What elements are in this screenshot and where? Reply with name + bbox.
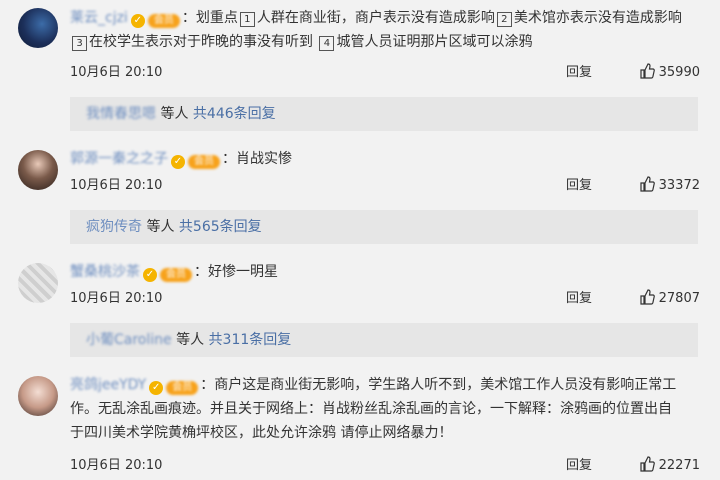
comment-text: 亮鸽jeeYDY ✓ 会员 ：商户这是商业街无影响，学生路人听不到，美术馆工作人员没有… <box>70 373 700 445</box>
timestamp: 10月6日 20:10 <box>70 458 163 473</box>
username[interactable]: 亮鸽jeeYDY <box>70 377 146 393</box>
like-count: 35990 <box>658 65 700 80</box>
thumbs-up-icon <box>640 176 655 192</box>
like-count: 22271 <box>658 458 700 473</box>
comment-meta: 10月6日 20:10 回复 33372 <box>70 176 700 196</box>
vip-badge: 会员 <box>188 155 220 169</box>
like-button[interactable]: 22271 <box>639 456 700 476</box>
like-button[interactable]: 27807 <box>639 289 700 309</box>
text-segment: ：划重点 <box>181 10 238 26</box>
avatar[interactable] <box>18 376 58 416</box>
reply-button[interactable]: 回复 <box>566 176 592 196</box>
number-marker: 3 <box>72 36 87 51</box>
thumbs-up-icon <box>640 456 655 472</box>
text-segment: 人群在商业街，商户表示没有造成影响 <box>256 10 495 26</box>
reply-summary[interactable]: 小葡Caroline 等人 共311条回复 <box>70 323 698 357</box>
vip-badge: 会员 <box>166 381 199 395</box>
reply-button[interactable]: 回复 <box>566 63 592 83</box>
reply-suffix: 等人 <box>146 219 175 235</box>
thumbs-up-icon <box>640 289 655 305</box>
verified-badge-icon: ✓ <box>149 381 164 395</box>
verified-badge-icon: ✓ <box>171 155 185 169</box>
comment-meta: 10月6日 20:10 回复 22271 <box>70 456 700 476</box>
text-line: ：商户这是商业街无影响，学生路人听不到，美术馆工作人员没有影响正常工 <box>200 377 677 393</box>
avatar[interactable] <box>18 263 58 303</box>
comment-meta: 10月6日 20:10 回复 27807 <box>70 289 700 309</box>
reply-user[interactable]: 小葡Caroline <box>86 332 172 348</box>
vip-badge: 会员 <box>160 268 192 282</box>
comment-meta: 10月6日 20:10 回复 35990 <box>70 63 700 83</box>
text-segment: ：肖战实惨 <box>222 151 292 167</box>
reply-summary[interactable]: 我情春思嗯 等人 共446条回复 <box>70 97 698 131</box>
timestamp: 10月6日 20:10 <box>70 178 163 193</box>
username[interactable]: 蟹桑桃沙茶 <box>70 264 140 280</box>
reply-button[interactable]: 回复 <box>566 456 592 476</box>
reply-user[interactable]: 我情春思嗯 <box>86 106 156 122</box>
comment-text: 莱云_cjzi ✓ 会员 ：划重点 1 人群在商业街，商户表示没有造成影响 2 美术馆亦表示没… <box>70 6 700 54</box>
reply-suffix: 等人 <box>160 106 189 122</box>
like-button[interactable]: 35990 <box>639 63 700 83</box>
verified-badge-icon: ✓ <box>130 14 145 28</box>
reply-total[interactable]: 共446条回复 <box>193 106 276 122</box>
avatar[interactable] <box>18 8 58 48</box>
text-segment: 在校学生表示对于昨晚的事没有听到 <box>89 34 313 50</box>
vip-badge: 会员 <box>147 14 180 28</box>
like-count: 33372 <box>658 178 700 193</box>
number-marker: 2 <box>496 12 512 27</box>
reply-summary[interactable]: 疯狗传奇 等人 共565条回复 <box>70 210 698 244</box>
username[interactable]: 郭源一秦之之子 <box>70 151 168 167</box>
reply-user[interactable]: 疯狗传奇 <box>86 219 142 235</box>
reply-suffix: 等人 <box>176 332 205 348</box>
comment-text: 蟹桑桃沙茶 ✓ 会员 ：好惨一明星 <box>70 260 700 284</box>
thumbs-up-icon <box>640 63 655 79</box>
timestamp: 10月6日 20:10 <box>70 65 163 80</box>
reply-total[interactable]: 共565条回复 <box>179 219 262 235</box>
like-button[interactable]: 33372 <box>639 176 700 196</box>
text-segment: ：好惨一明星 <box>194 264 278 280</box>
text-segment: 美术馆亦表示没有造成影响 <box>513 10 682 26</box>
reply-total[interactable]: 共311条回复 <box>209 332 292 348</box>
text-line: 作。无乱涂乱画痕迹。并且关于网络上：肖战粉丝乱涂乱画的言论，一下解释：涂鸦画的位… <box>70 401 672 417</box>
verified-badge-icon: ✓ <box>143 268 157 282</box>
number-marker: 4 <box>319 36 335 51</box>
comment-text: 郭源一秦之之子 ✓ 会员 ：肖战实惨 <box>70 147 700 171</box>
reply-button[interactable]: 回复 <box>566 289 592 309</box>
text-segment: 城管人员证明那片区域可以涂鸦 <box>336 34 533 50</box>
avatar[interactable] <box>18 150 58 190</box>
like-count: 27807 <box>658 291 700 306</box>
text-line: 于四川美术学院黄桷坪校区，此处允许涂鸦 请停止网络暴力！ <box>70 425 453 441</box>
number-marker: 1 <box>239 12 255 27</box>
timestamp: 10月6日 20:10 <box>70 291 163 306</box>
username[interactable]: 莱云_cjzi <box>70 10 128 26</box>
